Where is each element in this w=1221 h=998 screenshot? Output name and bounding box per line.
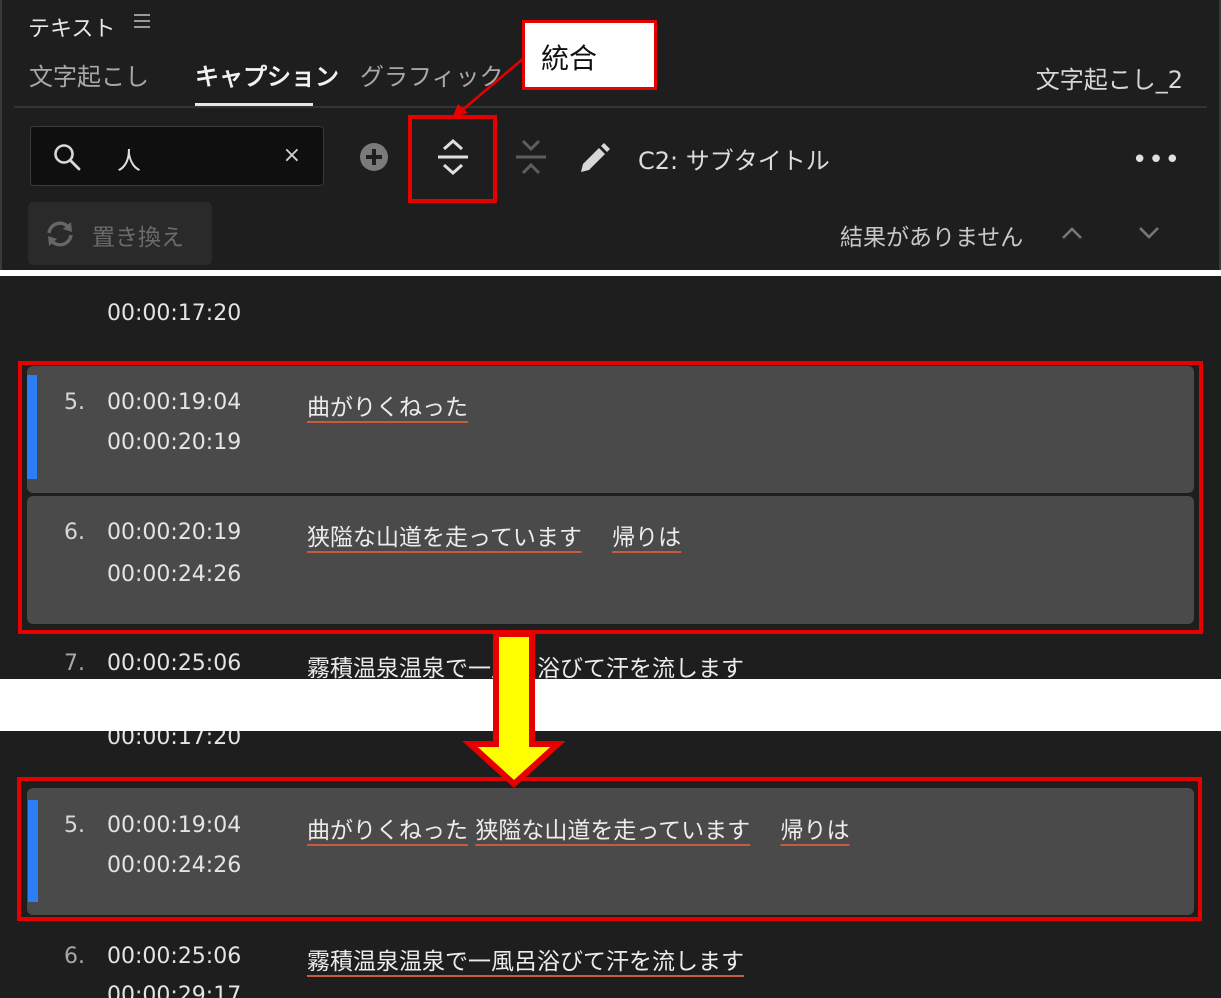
down-arrow: [462, 631, 566, 789]
annotation-overlay: [452, 57, 566, 789]
merge-callout: 統合: [522, 20, 657, 90]
callout-label: 統合: [541, 42, 598, 75]
callout-pointer-line: [459, 57, 525, 113]
